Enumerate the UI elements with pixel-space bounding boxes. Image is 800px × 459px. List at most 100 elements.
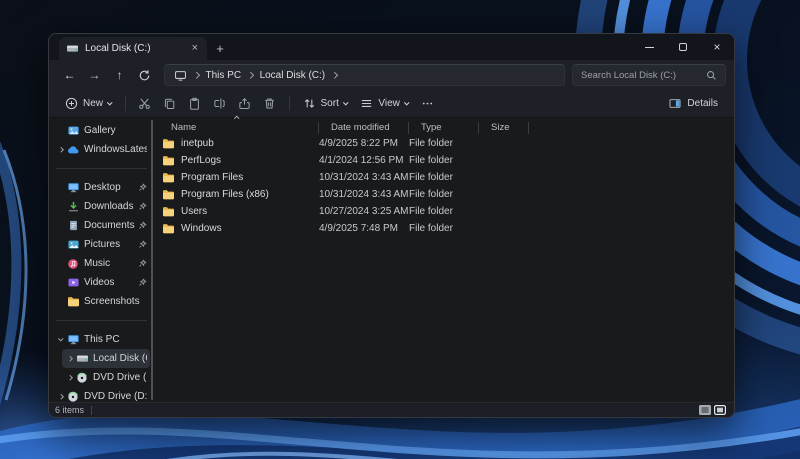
- sidebar-label: Videos: [84, 277, 137, 288]
- search-icon: [706, 70, 717, 81]
- column-header-date-modified[interactable]: Date modified: [319, 122, 409, 134]
- command-toolbar: New Sort: [49, 90, 734, 118]
- file-row-perflogs[interactable]: PerfLogs 4/1/2024 12:56 PM File folder: [159, 152, 730, 169]
- details-view-toggle[interactable]: [699, 405, 711, 415]
- gallery-icon: [66, 125, 80, 136]
- folder-icon: [162, 138, 175, 149]
- maximize-icon: [679, 43, 687, 51]
- new-tab-button[interactable]: +: [207, 37, 233, 60]
- minimize-icon: [645, 47, 654, 48]
- search-box[interactable]: Search Local Disk (C:): [572, 64, 726, 86]
- file-type: File folder: [409, 189, 479, 200]
- file-type: File folder: [409, 223, 479, 234]
- forward-button[interactable]: →: [82, 63, 107, 87]
- share-icon: [238, 97, 251, 110]
- documents-icon: [66, 220, 80, 231]
- sidebar-item-dvd-drive-root[interactable]: DVD Drive (D:) C: [53, 387, 150, 402]
- sidebar-divider: [56, 320, 147, 321]
- breadcrumb[interactable]: This PC Local Disk (C:): [164, 64, 565, 86]
- column-header-name[interactable]: Name: [159, 122, 319, 134]
- file-row-inetpub[interactable]: inetpub 4/9/2025 8:22 PM File folder: [159, 135, 730, 152]
- file-name: inetpub: [181, 138, 214, 149]
- delete-button[interactable]: [258, 93, 282, 115]
- chevron-down-icon[interactable]: [59, 336, 64, 341]
- back-button[interactable]: ←: [57, 63, 82, 87]
- see-more-button[interactable]: [415, 93, 439, 115]
- navigation-bar: ← → ↑ This PC Local Disk (C:) Search Loc…: [49, 60, 734, 90]
- pin-icon: [137, 202, 147, 211]
- chevron-right-icon[interactable]: [68, 375, 73, 380]
- folder-icon: [162, 172, 175, 183]
- breadcrumb-this-pc[interactable]: This PC: [206, 70, 242, 81]
- sidebar-item-screenshots[interactable]: Screenshots: [53, 292, 150, 311]
- copy-button[interactable]: [158, 93, 182, 115]
- pictures-icon: [66, 239, 80, 250]
- share-button[interactable]: [233, 93, 257, 115]
- file-row-users[interactable]: Users 10/27/2024 3:25 AM File folder: [159, 203, 730, 220]
- sidebar-item-pictures[interactable]: Pictures: [53, 235, 150, 254]
- tab-title: Local Disk (C:): [85, 43, 184, 54]
- chevron-down-icon: [404, 100, 409, 105]
- minimize-button[interactable]: [632, 34, 666, 60]
- file-type: File folder: [409, 206, 479, 217]
- up-button[interactable]: ↑: [107, 63, 132, 87]
- large-icons-view-toggle[interactable]: [714, 405, 726, 415]
- sidebar-item-downloads[interactable]: Downloads: [53, 197, 150, 216]
- tab-local-disk[interactable]: Local Disk (C:) ×: [59, 37, 207, 60]
- maximize-button[interactable]: [666, 34, 700, 60]
- pin-icon: [137, 278, 147, 287]
- file-date: 10/27/2024 3:25 AM: [319, 206, 409, 217]
- chevron-right-icon[interactable]: [68, 356, 73, 361]
- sort-button[interactable]: Sort: [297, 93, 354, 115]
- folder-icon: [162, 206, 175, 217]
- view-button[interactable]: View: [354, 93, 414, 115]
- sidebar-item-windowslatest[interactable]: WindowsLatest: [53, 140, 150, 159]
- refresh-button[interactable]: [132, 63, 157, 87]
- file-name: Windows: [181, 223, 222, 234]
- sidebar-item-music[interactable]: Music: [53, 254, 150, 273]
- file-type: File folder: [409, 172, 479, 183]
- paste-button[interactable]: [183, 93, 207, 115]
- sidebar-item-videos[interactable]: Videos: [53, 273, 150, 292]
- file-name: PerfLogs: [181, 155, 221, 166]
- file-name: Program Files (x86): [181, 189, 269, 200]
- file-date: 4/1/2024 12:56 PM: [319, 155, 409, 166]
- paste-icon: [188, 97, 201, 110]
- sidebar-item-documents[interactable]: Documents: [53, 216, 150, 235]
- column-headers: Name Date modified Type Size: [159, 120, 730, 135]
- rename-button[interactable]: [208, 93, 232, 115]
- column-header-type[interactable]: Type: [409, 122, 479, 134]
- sort-label: Sort: [321, 98, 339, 109]
- file-row-windows[interactable]: Windows 4/9/2025 7:48 PM File folder: [159, 220, 730, 237]
- cut-button[interactable]: [133, 93, 157, 115]
- file-date: 4/9/2025 8:22 PM: [319, 138, 409, 149]
- file-date: 4/9/2025 7:48 PM: [319, 223, 409, 234]
- view-label: View: [378, 98, 400, 109]
- sidebar-item-local-disk-c[interactable]: Local Disk (C:): [62, 349, 150, 368]
- sidebar-item-gallery[interactable]: Gallery: [53, 121, 150, 140]
- file-row-program-files-x86[interactable]: Program Files (x86) 10/31/2024 3:43 AM F…: [159, 186, 730, 203]
- close-button[interactable]: ×: [700, 34, 734, 60]
- column-header-size[interactable]: Size: [479, 122, 529, 134]
- new-button[interactable]: New: [59, 93, 118, 115]
- this-pc-icon: [174, 70, 187, 81]
- pin-icon: [137, 259, 147, 268]
- sidebar-item-desktop[interactable]: Desktop: [53, 178, 150, 197]
- tab-close-icon[interactable]: ×: [190, 43, 200, 54]
- this-pc-icon: [66, 334, 80, 345]
- file-name: Users: [181, 206, 207, 217]
- navigation-pane: Gallery WindowsLatest Desktop: [49, 118, 153, 402]
- trash-icon: [263, 97, 276, 110]
- item-count: 6 items: [55, 405, 84, 415]
- refresh-icon: [138, 69, 151, 82]
- chevron-right-icon[interactable]: [59, 147, 64, 152]
- sidebar-item-this-pc[interactable]: This PC: [53, 330, 150, 349]
- file-row-program-files[interactable]: Program Files 10/31/2024 3:43 AM File fo…: [159, 169, 730, 186]
- sidebar-divider: [56, 168, 147, 169]
- sidebar-label: This PC: [84, 334, 147, 345]
- details-pane-button[interactable]: Details: [662, 93, 724, 115]
- chevron-right-icon[interactable]: [59, 394, 64, 399]
- sidebar-item-dvd-drive[interactable]: DVD Drive (D:): [62, 368, 150, 387]
- downloads-icon: [66, 201, 80, 212]
- breadcrumb-local-disk[interactable]: Local Disk (C:): [260, 70, 326, 81]
